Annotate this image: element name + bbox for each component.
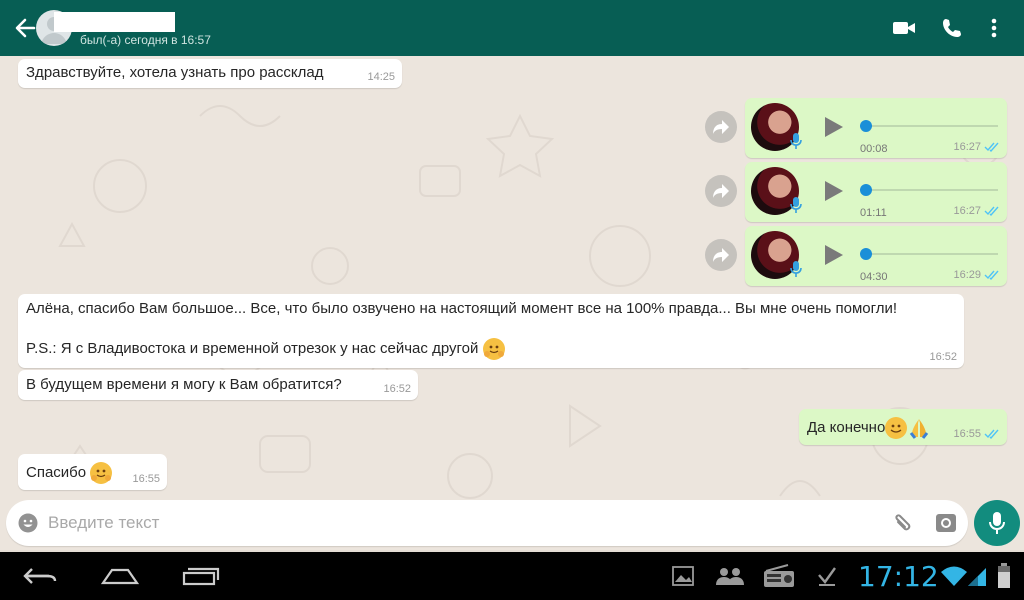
message-time: 16:52 bbox=[929, 351, 957, 363]
mic-icon bbox=[789, 260, 803, 278]
message-text-content: Да конечно bbox=[807, 418, 886, 436]
emoji-icon[interactable] bbox=[17, 512, 39, 534]
signal-icon bbox=[966, 562, 988, 590]
clock: 17:12 bbox=[858, 560, 939, 593]
audio-progress-track[interactable] bbox=[865, 253, 998, 255]
audio-progress-knob[interactable] bbox=[860, 248, 872, 260]
message-incoming[interactable]: Алёна, спасибо Вам большое... Все, что б… bbox=[18, 294, 964, 368]
hugging-face-icon bbox=[90, 462, 113, 484]
radio-icon bbox=[762, 562, 796, 590]
read-ticks-icon bbox=[984, 142, 999, 152]
record-voice-button[interactable] bbox=[974, 500, 1020, 546]
mic-icon bbox=[989, 512, 1005, 534]
message-time: 16:27 bbox=[953, 205, 981, 217]
message-text-line2: P.S.: Я с Владивостока и временной отрез… bbox=[26, 338, 505, 360]
message-meta: 16:27 bbox=[953, 141, 1000, 153]
battery-icon bbox=[994, 562, 1014, 590]
message-input[interactable]: Введите текст bbox=[48, 513, 159, 533]
message-input-bar: Введите текст bbox=[6, 500, 968, 546]
message-time: 16:27 bbox=[953, 141, 981, 153]
hugging-face-icon bbox=[482, 338, 505, 360]
message-meta: 16:27 bbox=[953, 205, 1000, 217]
back-icon[interactable] bbox=[22, 562, 58, 590]
phone-icon[interactable] bbox=[938, 14, 966, 42]
read-ticks-icon bbox=[984, 206, 999, 216]
smiling-face-icon bbox=[885, 417, 908, 439]
forward-icon[interactable] bbox=[705, 239, 737, 271]
message-incoming[interactable]: Здравствуйте, хотела узнать про расcклад… bbox=[18, 59, 402, 88]
mic-icon bbox=[789, 132, 803, 150]
message-outgoing[interactable]: Да конечно 16:55 bbox=[799, 409, 1007, 445]
attach-icon[interactable] bbox=[890, 511, 914, 535]
voice-duration: 00:08 bbox=[860, 143, 888, 155]
chat-header: был(-а) сегодня в 16:57 bbox=[0, 0, 1024, 56]
message-text: Спасибо bbox=[26, 462, 113, 484]
voice-message[interactable]: 01:11 16:27 bbox=[745, 162, 1007, 222]
message-text: Да конечно bbox=[807, 417, 931, 439]
voice-duration: 04:30 bbox=[860, 271, 888, 283]
play-icon[interactable] bbox=[822, 116, 844, 138]
message-text: P.S.: Я с Владивостока и временной отрез… bbox=[26, 339, 479, 357]
message-meta: 16:55 bbox=[953, 428, 1000, 440]
message-time: 14:25 bbox=[367, 71, 395, 83]
audio-progress-knob[interactable] bbox=[860, 184, 872, 196]
contacts-icon bbox=[714, 562, 746, 590]
play-icon[interactable] bbox=[822, 180, 844, 202]
message-text-line1: Алёна, спасибо Вам большое... Все, что б… bbox=[26, 300, 898, 317]
voice-message[interactable]: 04:30 16:29 bbox=[745, 226, 1007, 286]
play-icon[interactable] bbox=[822, 244, 844, 266]
audio-progress-track[interactable] bbox=[865, 125, 998, 127]
last-seen-status: был(-а) сегодня в 16:57 bbox=[80, 33, 211, 47]
wifi-icon bbox=[940, 562, 968, 590]
home-icon[interactable] bbox=[100, 562, 140, 590]
message-text: Здравствуйте, хотела узнать про расcклад bbox=[26, 64, 324, 81]
message-text: В будущем времени я могу к Вам обратится… bbox=[26, 376, 342, 393]
message-time: 16:29 bbox=[953, 269, 981, 281]
forward-icon[interactable] bbox=[705, 175, 737, 207]
read-ticks-icon bbox=[984, 429, 999, 439]
audio-progress-track[interactable] bbox=[865, 189, 998, 191]
gallery-icon bbox=[672, 562, 694, 590]
voice-duration: 01:11 bbox=[860, 207, 887, 219]
audio-progress-knob[interactable] bbox=[860, 120, 872, 132]
contact-name-redacted[interactable] bbox=[54, 12, 175, 32]
more-icon[interactable] bbox=[980, 14, 1008, 42]
read-ticks-icon bbox=[984, 270, 999, 280]
chat-area[interactable]: Здравствуйте, хотела узнать про расcклад… bbox=[0, 56, 1024, 550]
recents-icon[interactable] bbox=[182, 562, 220, 590]
system-navigation-bar: 17:12 bbox=[0, 552, 1024, 600]
message-meta: 16:29 bbox=[953, 269, 1000, 281]
message-time: 16:55 bbox=[953, 428, 981, 440]
back-arrow-icon[interactable] bbox=[12, 14, 38, 42]
download-icon bbox=[816, 562, 838, 590]
folded-hands-icon bbox=[907, 417, 931, 439]
message-time: 16:52 bbox=[383, 383, 411, 395]
message-incoming[interactable]: В будущем времени я могу к Вам обратится… bbox=[18, 370, 418, 400]
forward-icon[interactable] bbox=[705, 111, 737, 143]
message-time: 16:55 bbox=[132, 473, 160, 485]
camera-icon[interactable] bbox=[934, 511, 958, 535]
message-text-content: Спасибо bbox=[26, 463, 87, 481]
message-incoming[interactable]: Спасибо 16:55 bbox=[18, 454, 167, 490]
voice-message[interactable]: 00:08 16:27 bbox=[745, 98, 1007, 158]
video-call-icon[interactable] bbox=[890, 14, 918, 42]
mic-icon bbox=[789, 196, 803, 214]
